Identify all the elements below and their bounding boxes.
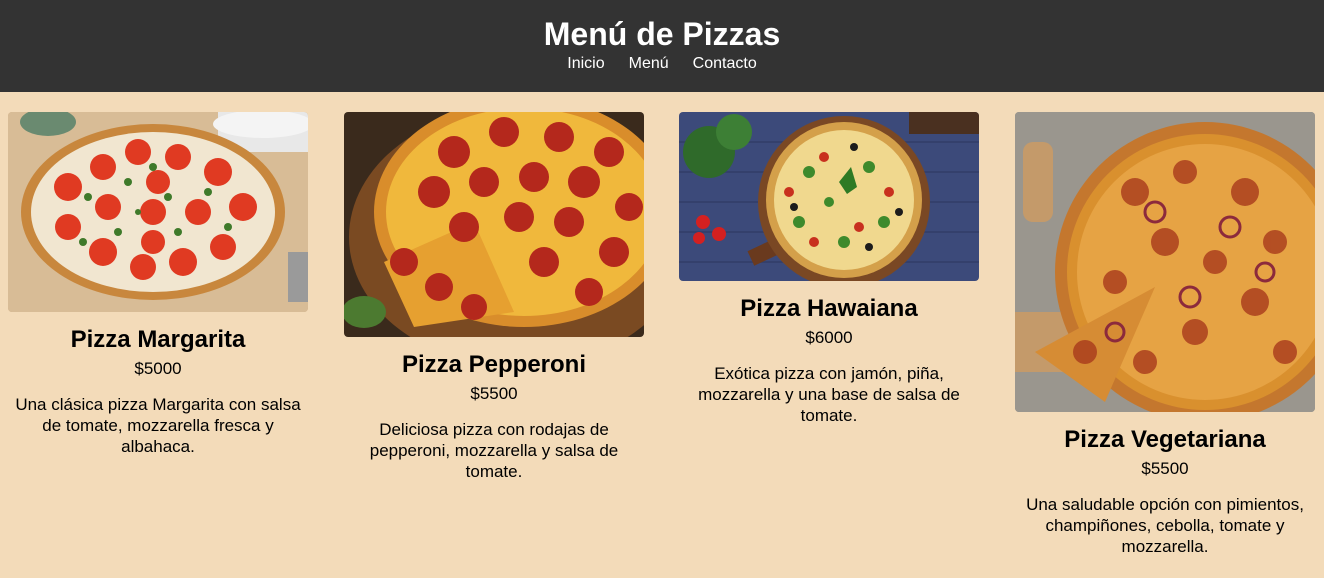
pizza-name: Pizza Pepperoni: [401, 351, 587, 378]
pizza-pepperoni-image: [344, 112, 644, 337]
pizza-card-margarita: Pizza Margarita $5000 Una clásica pizza …: [8, 112, 308, 457]
pizza-card-pepperoni: Pizza Pepperoni $5500 Deliciosa pizza co…: [344, 112, 644, 482]
pizza-description: Exótica pizza con jamón, piña, mozzarell…: [698, 364, 960, 425]
pizza-price: $5000: [134, 359, 182, 378]
page-title: Menú de Pizzas: [543, 16, 781, 52]
pizza-hawaiana-image: [679, 112, 979, 281]
pizza-name: Pizza Margarita: [70, 326, 246, 353]
pizza-margarita-image: [8, 112, 308, 312]
nav-link-menu[interactable]: Menú: [629, 54, 669, 74]
pizza-price: $6000: [805, 328, 853, 347]
site-header: Menú de Pizzas Inicio Menú Contacto: [0, 0, 1324, 92]
pizza-price: $5500: [470, 384, 518, 403]
pizza-description: Una saludable opción con pimientos, cham…: [1026, 495, 1304, 556]
main-nav: Inicio Menú Contacto: [0, 54, 1324, 74]
pizza-vegetariana-image: [1015, 112, 1315, 412]
pizza-description: Una clásica pizza Margarita con salsa de…: [15, 395, 301, 456]
pizza-card-hawaiana: Pizza Hawaiana $6000 Exótica pizza con j…: [679, 112, 979, 426]
pizza-menu: Pizza Margarita $5000 Una clásica pizza …: [0, 92, 1324, 578]
pizza-card-vegetariana: Pizza Vegetariana $5500 Una saludable op…: [1015, 112, 1315, 557]
pizza-price: $5500: [1141, 459, 1189, 478]
pizza-name: Pizza Hawaiana: [740, 295, 918, 322]
pizza-description: Deliciosa pizza con rodajas de pepperoni…: [369, 420, 619, 481]
nav-link-inicio[interactable]: Inicio: [567, 54, 604, 74]
pizza-name: Pizza Vegetariana: [1064, 426, 1266, 453]
nav-link-contacto[interactable]: Contacto: [693, 54, 757, 74]
